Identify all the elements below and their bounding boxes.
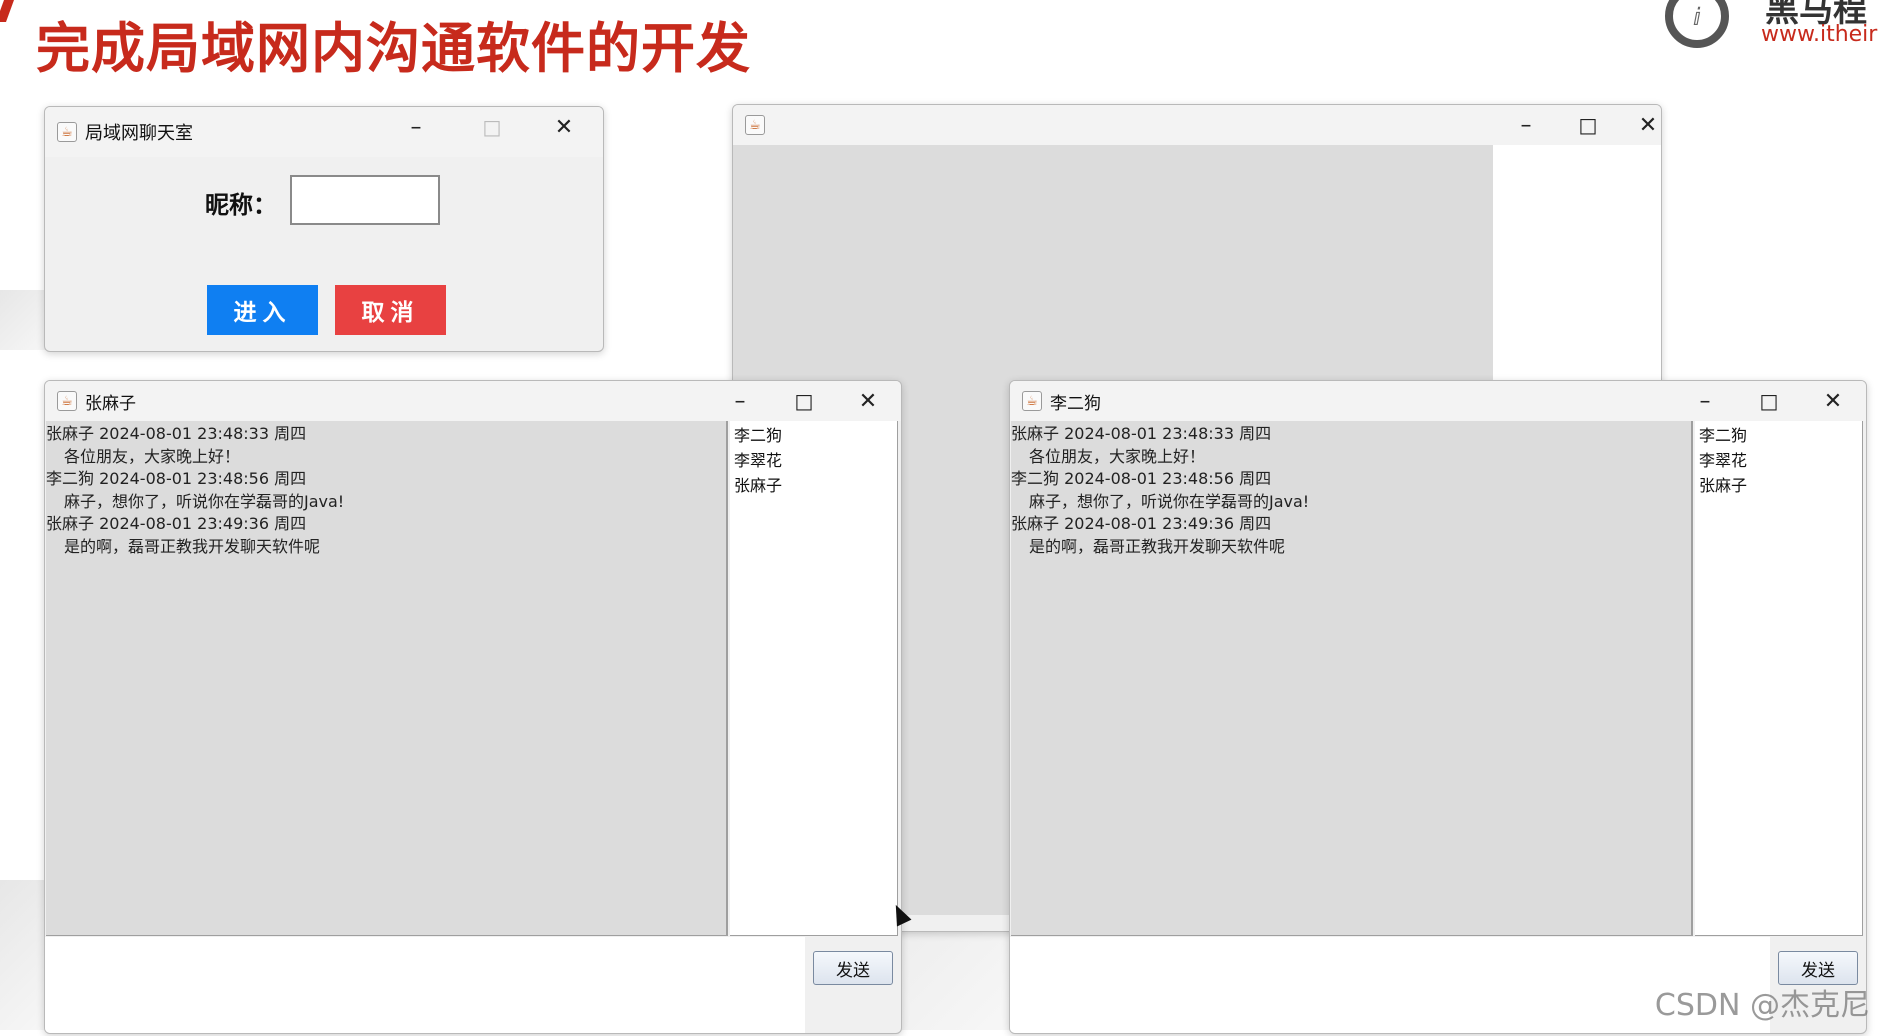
nickname-input[interactable] bbox=[290, 175, 440, 225]
online-user-list: 李二狗 李翠花 张麻子 bbox=[730, 421, 898, 936]
user-list-item[interactable]: 李二狗 bbox=[734, 423, 897, 448]
close-button[interactable]: ✕ bbox=[539, 111, 589, 143]
close-button[interactable]: ✕ bbox=[1808, 385, 1858, 417]
message-body: 麻子，想你了，听说你在学磊哥的Java! bbox=[64, 491, 345, 511]
send-button[interactable]: 发送 bbox=[813, 951, 893, 985]
login-window: ☕ 局域网聊天室 – □ ✕ 昵称： 进入 取消 bbox=[44, 106, 604, 352]
chat-titlebar: ☕ 张麻子 – □ ✕ bbox=[45, 381, 901, 421]
brand-logo: ⅈ 黑马程 www.itheir bbox=[1665, 0, 1880, 60]
cancel-button[interactable]: 取消 bbox=[335, 285, 446, 335]
user-list-item[interactable]: 李翠花 bbox=[734, 448, 897, 473]
minimize-button[interactable]: – bbox=[1680, 385, 1730, 417]
logo-icon: ⅈ bbox=[1665, 0, 1729, 48]
watermark: CSDN @杰克尼 bbox=[1654, 988, 1870, 1023]
maximize-button[interactable]: □ bbox=[1563, 109, 1613, 141]
user-list-item[interactable]: 李翠花 bbox=[1699, 448, 1862, 473]
message-header: 张麻子 2024-08-01 23:49:36 周四 bbox=[46, 514, 307, 534]
enter-button[interactable]: 进入 bbox=[207, 285, 318, 335]
background-shadow bbox=[0, 290, 50, 350]
login-titlebar: ☕ 局域网聊天室 – □ ✕ bbox=[45, 107, 603, 157]
message-body: 是的啊，磊哥正教我开发聊天软件呢 bbox=[1029, 536, 1286, 556]
user-list-item[interactable]: 张麻子 bbox=[1699, 473, 1862, 498]
message-header: 张麻子 2024-08-01 23:48:33 周四 bbox=[46, 424, 307, 443]
chat-window-title: 李二狗 bbox=[1050, 393, 1101, 414]
nickname-label: 昵称： bbox=[205, 190, 277, 219]
message-header: 李二狗 2024-08-01 23:48:56 周四 bbox=[46, 469, 307, 489]
background-shadow bbox=[0, 880, 48, 1030]
chat-window-zhangmazi: ☕ 张麻子 – □ ✕ 张麻子 2024-08-01 23:48:33 周四 各… bbox=[44, 380, 902, 1034]
message-body: 各位朋友，大家晚上好！ bbox=[1029, 446, 1206, 466]
online-user-list: 李二狗 李翠花 张麻子 bbox=[1695, 421, 1863, 936]
java-icon: ☕ bbox=[57, 391, 77, 411]
title-accent bbox=[0, 0, 15, 22]
message-body: 各位朋友，大家晚上好！ bbox=[64, 446, 241, 466]
java-icon: ☕ bbox=[745, 115, 765, 135]
message-header: 李二狗 2024-08-01 23:48:56 周四 bbox=[1011, 469, 1272, 489]
maximize-button[interactable]: □ bbox=[779, 385, 829, 417]
user-list-item[interactable]: 李二狗 bbox=[1699, 423, 1862, 448]
blank-window-titlebar: ☕ – □ ✕ bbox=[733, 105, 1661, 145]
logo-url: www.itheir bbox=[1761, 22, 1878, 47]
message-body: 是的啊，磊哥正教我开发聊天软件呢 bbox=[64, 536, 321, 556]
message-body: 麻子，想你了，听说你在学磊哥的Java! bbox=[1029, 491, 1310, 511]
message-input[interactable] bbox=[45, 937, 805, 1033]
slide-title: 完成局域网内沟通软件的开发 bbox=[36, 17, 751, 80]
login-window-title: 局域网聊天室 bbox=[85, 123, 193, 144]
maximize-button: □ bbox=[482, 115, 502, 139]
minimize-button[interactable]: – bbox=[391, 111, 441, 143]
user-list-item[interactable]: 张麻子 bbox=[734, 473, 897, 498]
maximize-button[interactable]: □ bbox=[1744, 385, 1794, 417]
minimize-button[interactable]: – bbox=[715, 385, 765, 417]
minimize-button[interactable]: – bbox=[1501, 109, 1551, 141]
java-icon: ☕ bbox=[1022, 391, 1042, 411]
chat-window-title: 张麻子 bbox=[85, 393, 136, 414]
message-area[interactable]: 张麻子 2024-08-01 23:48:33 周四 各位朋友，大家晚上好！ 李… bbox=[1011, 421, 1693, 936]
message-header: 张麻子 2024-08-01 23:48:33 周四 bbox=[1011, 424, 1272, 443]
close-button[interactable]: ✕ bbox=[1623, 109, 1661, 141]
java-icon: ☕ bbox=[57, 122, 77, 142]
chat-window-lierggou: ☕ 李二狗 – □ ✕ 张麻子 2024-08-01 23:48:33 周四 各… bbox=[1009, 380, 1867, 1034]
message-header: 张麻子 2024-08-01 23:49:36 周四 bbox=[1011, 514, 1272, 534]
chat-titlebar: ☕ 李二狗 – □ ✕ bbox=[1010, 381, 1866, 421]
message-area[interactable]: 张麻子 2024-08-01 23:48:33 周四 各位朋友，大家晚上好！ 李… bbox=[46, 421, 728, 936]
close-button[interactable]: ✕ bbox=[843, 385, 893, 417]
